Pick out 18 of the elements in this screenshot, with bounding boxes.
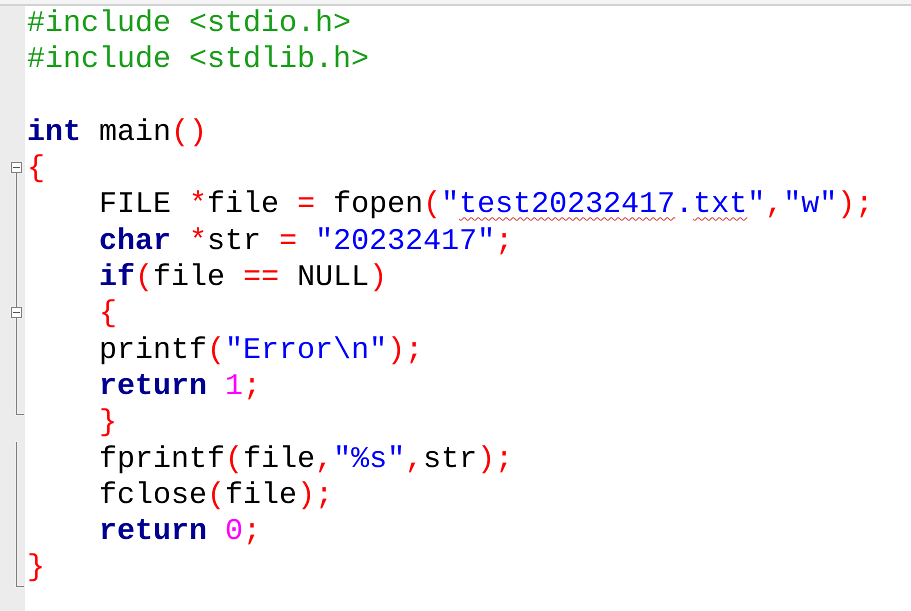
code-line: printf("Error\n"); xyxy=(98,332,424,369)
code-line: { xyxy=(98,296,118,333)
code-line: FILE *file = fopen("test20232417.txt","w"); xyxy=(98,187,874,224)
collapse-toggle[interactable] xyxy=(11,162,22,174)
collapse-toggle[interactable] xyxy=(11,307,22,318)
code-line: #include <stdio.h> xyxy=(26,6,352,42)
code-line: #include <stdlib.h> xyxy=(26,42,370,79)
code-line: fprintf(file,"%s",str); xyxy=(98,442,514,478)
gutter-background xyxy=(0,586,25,611)
code-line: int main() xyxy=(26,114,208,152)
code-line: } xyxy=(98,405,118,442)
code-line: } xyxy=(26,550,46,587)
code-line: if(file == NULL) xyxy=(98,260,388,296)
code-line: { xyxy=(26,151,46,188)
code-line: return 0; xyxy=(98,514,262,550)
code-line: char *str = "20232417"; xyxy=(98,224,514,260)
code-line: fclose(file); xyxy=(98,478,334,514)
code-line: return 1; xyxy=(98,368,262,406)
